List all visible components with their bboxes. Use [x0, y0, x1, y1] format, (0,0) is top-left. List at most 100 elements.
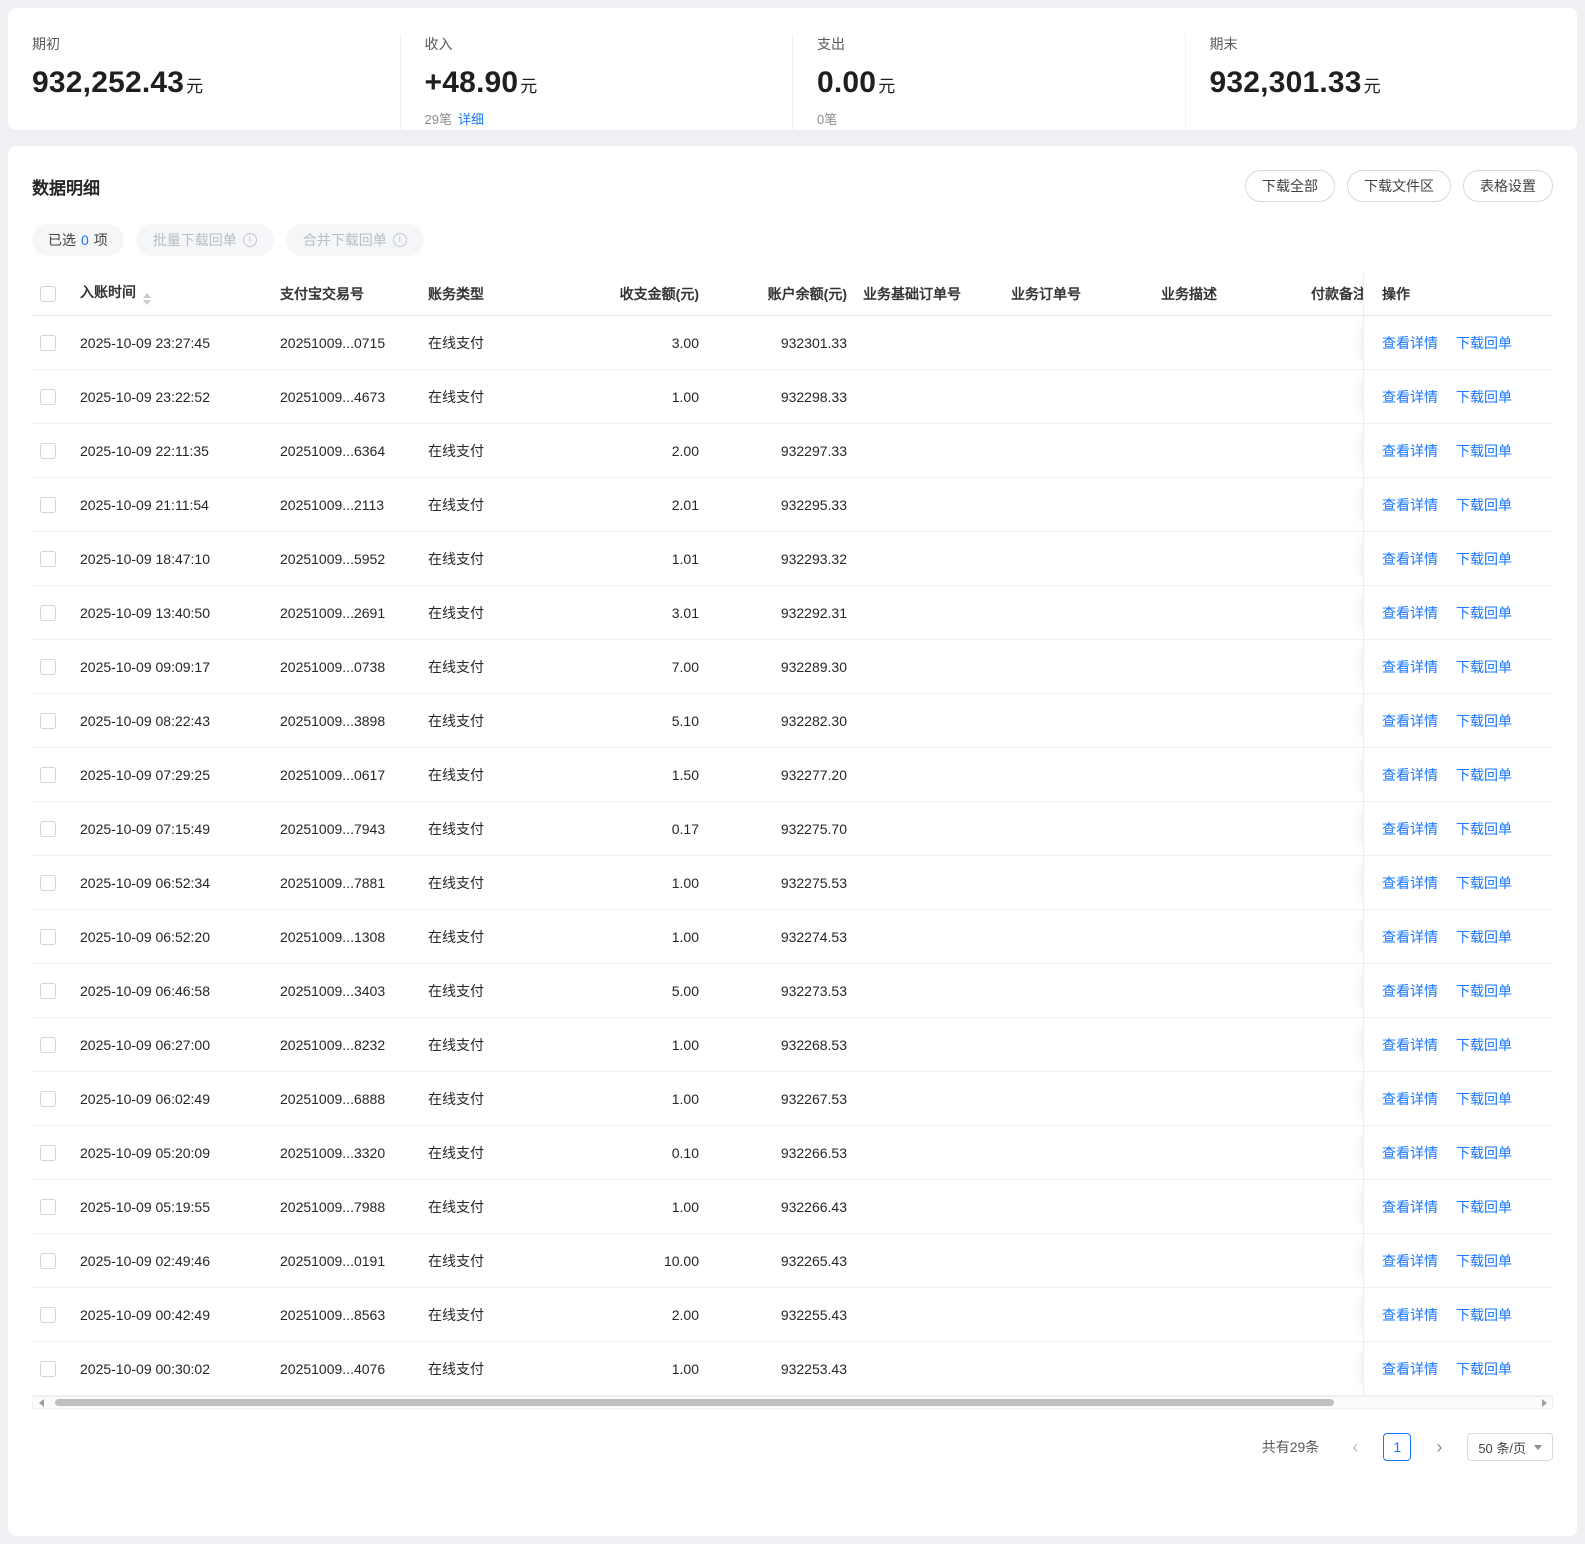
download-receipt-link[interactable]: 下载回单	[1456, 1035, 1512, 1055]
view-details-link[interactable]: 查看详情	[1382, 873, 1438, 893]
table-row: 2025-10-09 09:09:17 20251009...0738 在线支付 7.…	[32, 640, 1553, 694]
row-checkbox[interactable]	[40, 1252, 56, 1269]
download-receipt-link[interactable]: 下载回单	[1456, 1197, 1512, 1217]
row-checkbox[interactable]	[40, 1144, 56, 1161]
download-receipt-link[interactable]: 下载回单	[1456, 711, 1512, 731]
row-checkbox[interactable]	[40, 928, 56, 945]
row-checkbox-cell	[32, 1036, 80, 1053]
row-checkbox[interactable]	[40, 820, 56, 837]
view-details-link[interactable]: 查看详情	[1382, 981, 1438, 1001]
row-actions: 查看详情 下载回单	[1363, 802, 1553, 855]
table-settings-button[interactable]: 表格设置	[1463, 170, 1553, 202]
row-checkbox[interactable]	[40, 604, 56, 621]
row-checkbox[interactable]	[40, 334, 56, 351]
view-details-link[interactable]: 查看详情	[1382, 927, 1438, 947]
column-label: 入账时间	[80, 284, 136, 300]
download-receipt-link[interactable]: 下载回单	[1456, 873, 1512, 893]
view-details-link[interactable]: 查看详情	[1382, 1359, 1438, 1379]
row-checkbox[interactable]	[40, 766, 56, 783]
view-details-link[interactable]: 查看详情	[1382, 819, 1438, 839]
download-receipt-link[interactable]: 下载回单	[1456, 981, 1512, 1001]
next-page-icon[interactable]: ›	[1425, 1433, 1453, 1461]
scroll-left-arrow-icon[interactable]	[33, 1397, 49, 1408]
row-checkbox[interactable]	[40, 388, 56, 405]
current-page-button[interactable]: 1	[1383, 1433, 1412, 1461]
view-details-link[interactable]: 查看详情	[1382, 603, 1438, 623]
page-size-select[interactable]: 50 条/页	[1467, 1433, 1553, 1461]
cell-transaction-id: 20251009...3320	[280, 1144, 386, 1161]
row-checkbox[interactable]	[40, 442, 56, 459]
view-details-link[interactable]: 查看详情	[1382, 1305, 1438, 1325]
scroll-right-arrow-icon[interactable]	[1536, 1397, 1552, 1408]
row-checkbox[interactable]	[40, 982, 56, 999]
view-details-link[interactable]: 查看详情	[1382, 1251, 1438, 1271]
view-details-link[interactable]: 查看详情	[1382, 1035, 1438, 1055]
download-all-button[interactable]: 下载全部	[1245, 170, 1335, 202]
currency-unit: 元	[520, 77, 538, 96]
download-receipt-link[interactable]: 下载回单	[1456, 549, 1512, 569]
view-details-link[interactable]: 查看详情	[1382, 495, 1438, 515]
column-header-entry-time[interactable]: 入账时间	[80, 282, 280, 305]
select-all-checkbox[interactable]	[40, 285, 56, 302]
view-details-link[interactable]: 查看详情	[1382, 1089, 1438, 1109]
row-actions: 查看详情 下载回单	[1363, 910, 1553, 963]
row-checkbox[interactable]	[40, 1090, 56, 1107]
download-receipt-link[interactable]: 下载回单	[1456, 1305, 1512, 1325]
cell-transaction-id: 20251009...2691	[280, 604, 386, 621]
download-receipt-link[interactable]: 下载回单	[1456, 333, 1512, 353]
scrollbar-thumb[interactable]	[55, 1399, 1334, 1406]
row-checkbox[interactable]	[40, 1306, 56, 1323]
download-receipt-link[interactable]: 下载回单	[1456, 657, 1512, 677]
view-details-link[interactable]: 查看详情	[1382, 711, 1438, 731]
row-actions: 查看详情 下载回单	[1363, 1180, 1553, 1233]
row-checkbox[interactable]	[40, 658, 56, 675]
row-checkbox[interactable]	[40, 1360, 56, 1377]
download-receipt-link[interactable]: 下载回单	[1456, 819, 1512, 839]
row-checkbox-cell	[32, 334, 80, 351]
summary-label: 期初	[32, 36, 60, 52]
download-receipt-link[interactable]: 下载回单	[1456, 1089, 1512, 1109]
download-receipt-link[interactable]: 下载回单	[1456, 441, 1512, 461]
cell-amount: 7.00	[671, 658, 699, 675]
download-file-area-button[interactable]: 下载文件区	[1347, 170, 1451, 202]
view-details-link[interactable]: 查看详情	[1382, 549, 1438, 569]
sort-icon[interactable]	[143, 293, 151, 305]
cell-transaction-id: 20251009...7988	[280, 1198, 386, 1215]
row-checkbox[interactable]	[40, 712, 56, 729]
row-checkbox[interactable]	[40, 550, 56, 567]
horizontal-scrollbar[interactable]	[32, 1396, 1553, 1409]
download-receipt-link[interactable]: 下载回单	[1456, 387, 1512, 407]
income-detail-link[interactable]: 详细	[458, 112, 484, 127]
download-receipt-link[interactable]: 下载回单	[1456, 1359, 1512, 1379]
view-details-link[interactable]: 查看详情	[1382, 1197, 1438, 1217]
download-receipt-link[interactable]: 下载回单	[1456, 927, 1512, 947]
view-details-link[interactable]: 查看详情	[1382, 441, 1438, 461]
download-receipt-link[interactable]: 下载回单	[1456, 603, 1512, 623]
download-receipt-link[interactable]: 下载回单	[1456, 495, 1512, 515]
view-details-link[interactable]: 查看详情	[1382, 1143, 1438, 1163]
batch-download-receipts-button[interactable]: 批量下载回单 i	[135, 224, 274, 256]
summary-card-income: 收入 +48.90 元 29笔 详细	[399, 34, 793, 130]
cell-transaction-id: 20251009...3898	[280, 712, 386, 729]
row-checkbox[interactable]	[40, 1198, 56, 1215]
merge-download-receipts-button[interactable]: 合并下载回单 i	[285, 224, 424, 256]
cell-transaction-id: 20251009...0715	[280, 334, 386, 351]
chevron-down-icon	[1534, 1444, 1542, 1450]
download-receipt-link[interactable]: 下载回单	[1456, 765, 1512, 785]
cell-entry-time: 2025-10-09 06:52:34	[80, 874, 210, 891]
row-checkbox[interactable]	[40, 874, 56, 891]
row-checkbox-cell	[32, 766, 80, 783]
download-receipt-link[interactable]: 下载回单	[1456, 1251, 1512, 1271]
column-header-business-desc: 业务描述	[1161, 285, 1217, 302]
view-details-link[interactable]: 查看详情	[1382, 387, 1438, 407]
row-checkbox[interactable]	[40, 496, 56, 513]
cell-account-type: 在线支付	[428, 766, 484, 783]
view-details-link[interactable]: 查看详情	[1382, 765, 1438, 785]
prev-page-icon[interactable]: ‹	[1341, 1433, 1369, 1461]
row-checkbox[interactable]	[40, 1036, 56, 1053]
view-details-link[interactable]: 查看详情	[1382, 333, 1438, 353]
view-details-link[interactable]: 查看详情	[1382, 657, 1438, 677]
download-receipt-link[interactable]: 下载回单	[1456, 1143, 1512, 1163]
cell-amount: 0.10	[671, 1144, 699, 1161]
cell-transaction-id: 20251009...6364	[280, 442, 386, 459]
